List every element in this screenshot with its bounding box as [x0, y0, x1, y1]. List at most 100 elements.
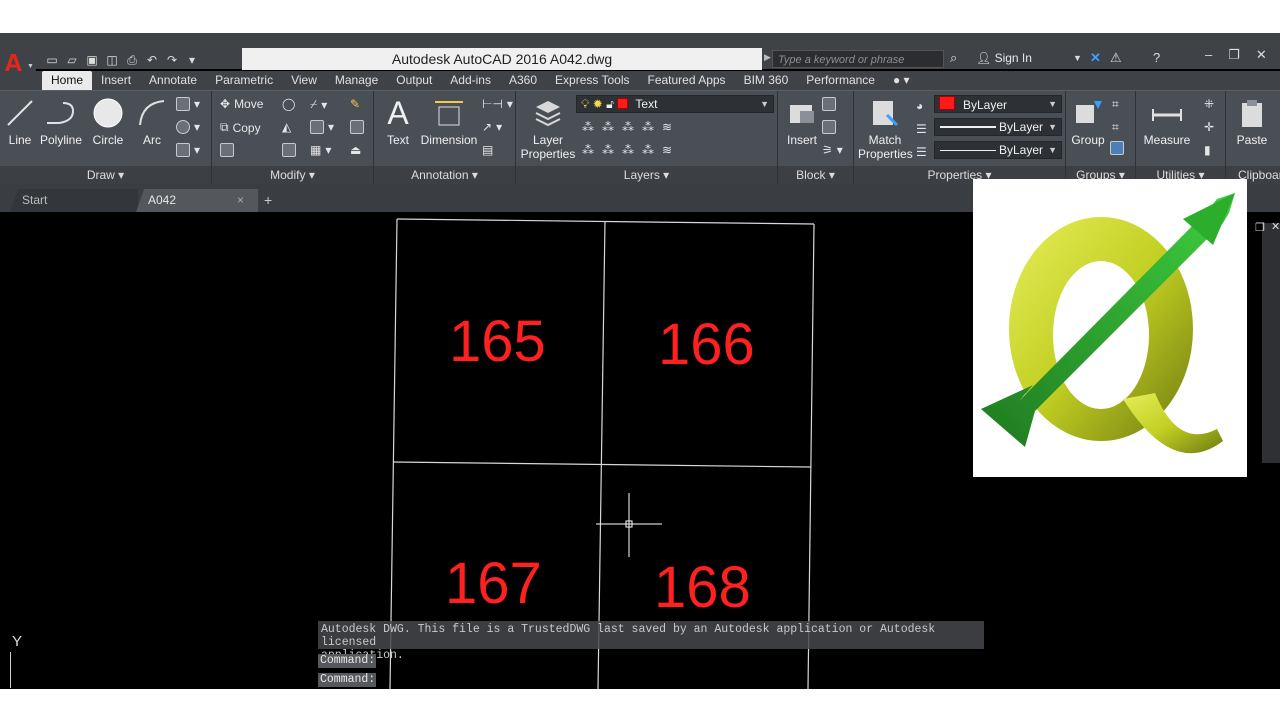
linetype-dropdown[interactable]: ByLayer ▼: [934, 118, 1062, 136]
layer-tool-1-icon[interactable]: ⁂: [582, 120, 594, 134]
search-input[interactable]: Type a keyword or phrase: [772, 50, 944, 68]
open-file-icon[interactable]: ▱: [64, 53, 80, 67]
leader-button[interactable]: ↗ ▾: [482, 120, 502, 134]
fillet-button[interactable]: ▾: [310, 120, 334, 134]
save-as-icon[interactable]: ◫: [104, 53, 120, 67]
doc-tab-a042[interactable]: A042 ×: [136, 189, 258, 212]
tab-annotate[interactable]: Annotate: [140, 71, 206, 90]
restore-viewport-icon[interactable]: ❐: [1255, 221, 1265, 234]
tab-bim-360[interactable]: BIM 360: [735, 71, 798, 90]
lineweight-dropdown[interactable]: ByLayer ▼: [934, 141, 1062, 159]
navigation-bar[interactable]: [1262, 223, 1280, 463]
layers-panel-label[interactable]: Layers ▾: [516, 166, 777, 185]
new-tab-button[interactable]: +: [260, 189, 280, 212]
rotate-button[interactable]: ◯: [282, 97, 295, 111]
paste-button[interactable]: Paste: [1232, 97, 1272, 147]
tab-add-ins[interactable]: Add-ins: [441, 71, 500, 90]
quick-select-button[interactable]: ⁜: [1204, 97, 1214, 111]
polyline-button[interactable]: Polyline: [38, 97, 84, 147]
binoculars-icon[interactable]: ⌕: [950, 50, 957, 66]
tab-a360[interactable]: A360: [500, 71, 546, 90]
copy-button[interactable]: ⧉ Copy: [220, 120, 261, 135]
tab-parametric[interactable]: Parametric: [206, 71, 282, 90]
command-input[interactable]: Command:: [318, 673, 376, 687]
layer-tool-7-icon[interactable]: ⁂: [602, 143, 614, 157]
doc-tab-start[interactable]: Start: [10, 189, 138, 212]
ungroup-button[interactable]: ⌗: [1112, 97, 1119, 112]
tab-insert[interactable]: Insert: [92, 71, 140, 90]
layer-tool-6-icon[interactable]: ⁂: [582, 143, 594, 157]
layer-tool-4-icon[interactable]: ⁂: [642, 120, 654, 134]
redo-icon[interactable]: ↷: [164, 53, 180, 67]
arc-button[interactable]: Arc: [134, 97, 170, 147]
tab-express-tools[interactable]: Express Tools: [546, 71, 638, 90]
tab-manage[interactable]: Manage: [326, 71, 387, 90]
layer-tool-5-icon[interactable]: ≋: [662, 120, 672, 134]
help-icon[interactable]: ?: [1153, 50, 1160, 65]
offset-button[interactable]: ⏏: [350, 143, 361, 157]
group-selection-toggle[interactable]: [1110, 141, 1124, 155]
measure-button[interactable]: Measure: [1142, 97, 1192, 147]
layer-tool-3-icon[interactable]: ⁂: [622, 120, 634, 134]
match-properties-button[interactable]: Match Properties: [858, 97, 913, 161]
table-button[interactable]: ▤: [482, 143, 493, 157]
trim-button[interactable]: ⌿ ▾: [310, 97, 327, 112]
layer-tool-8-icon[interactable]: ⁂: [622, 143, 634, 157]
explode-button[interactable]: [350, 120, 364, 134]
tab-home[interactable]: Home: [42, 71, 93, 90]
autodesk-360-icon[interactable]: ⚠︎: [1110, 50, 1122, 66]
boundary-tool[interactable]: ▾: [176, 143, 200, 157]
move-button[interactable]: ✥ Move: [220, 97, 263, 111]
close-viewport-icon[interactable]: ✕: [1271, 220, 1280, 233]
layer-properties-button[interactable]: Layer Properties: [520, 97, 576, 161]
modify-panel-label[interactable]: Modify ▾: [212, 166, 373, 185]
block-panel-label[interactable]: Block ▾: [778, 166, 853, 185]
line-button[interactable]: Line: [4, 97, 36, 147]
layer-dropdown[interactable]: 💡︎ ✹ 🔓︎ Text ▼: [576, 95, 774, 113]
scale-button[interactable]: [282, 143, 296, 157]
point-id-button[interactable]: ✛: [1204, 120, 1214, 134]
erase-button[interactable]: ✎: [350, 97, 360, 111]
array-button[interactable]: ▦ ▾: [310, 143, 331, 157]
close-icon[interactable]: ✕: [1256, 47, 1267, 63]
save-icon[interactable]: ▣: [84, 53, 100, 67]
layer-tool-2-icon[interactable]: ⁂: [602, 120, 614, 134]
edit-block-button[interactable]: [822, 120, 836, 134]
undo-icon[interactable]: ↶: [144, 53, 160, 67]
search-expand-icon[interactable]: ▶: [764, 52, 771, 63]
annotation-panel-label[interactable]: Annotation ▾: [374, 166, 515, 185]
insert-button[interactable]: Insert: [782, 97, 822, 147]
tab-view[interactable]: View: [282, 71, 326, 90]
restore-icon[interactable]: ❐: [1228, 47, 1240, 63]
new-file-icon[interactable]: ▭: [44, 53, 60, 67]
exchange-apps-icon[interactable]: ✕: [1090, 50, 1101, 66]
tab-performance[interactable]: Performance: [797, 71, 884, 90]
calculator-button[interactable]: ▮: [1204, 143, 1211, 157]
group-button[interactable]: Group: [1068, 97, 1108, 147]
color-dropdown[interactable]: ByLayer ▼: [934, 95, 1062, 113]
block-attributes-button[interactable]: ⚞ ▾: [822, 143, 843, 157]
stretch-button[interactable]: [220, 143, 234, 157]
rectangle-tool[interactable]: ▾: [176, 97, 200, 111]
layer-tool-10-icon[interactable]: ≋: [662, 143, 672, 157]
create-block-button[interactable]: [822, 97, 836, 111]
customize-qat-icon[interactable]: ▾: [184, 53, 200, 67]
sign-in-button[interactable]: 👤︎ Sign In: [976, 51, 1032, 65]
group-selection-icon: [1110, 141, 1124, 155]
circle-button[interactable]: Circle: [88, 97, 128, 147]
print-icon[interactable]: ⎙: [124, 53, 140, 67]
tab-output[interactable]: Output: [387, 71, 441, 90]
layer-tool-9-icon[interactable]: ⁂: [642, 143, 654, 157]
ribbon-toggle-icon[interactable]: ● ▾: [884, 71, 919, 90]
chevron-down-icon[interactable]: ▼: [1073, 53, 1082, 63]
minimize-icon[interactable]: –: [1205, 47, 1212, 63]
hatch-tool[interactable]: ▾: [176, 120, 200, 134]
tab-featured-apps[interactable]: Featured Apps: [639, 71, 735, 90]
text-button[interactable]: A Text: [382, 97, 414, 147]
close-tab-icon[interactable]: ×: [237, 189, 244, 212]
dimension-button[interactable]: Dimension: [420, 97, 478, 147]
mirror-button[interactable]: ◭: [282, 120, 291, 134]
draw-panel-label[interactable]: Draw ▾: [0, 166, 211, 185]
linear-dim-button[interactable]: ⊢⊣ ▾: [482, 97, 513, 111]
group-edit-button[interactable]: ⌗: [1112, 120, 1119, 135]
